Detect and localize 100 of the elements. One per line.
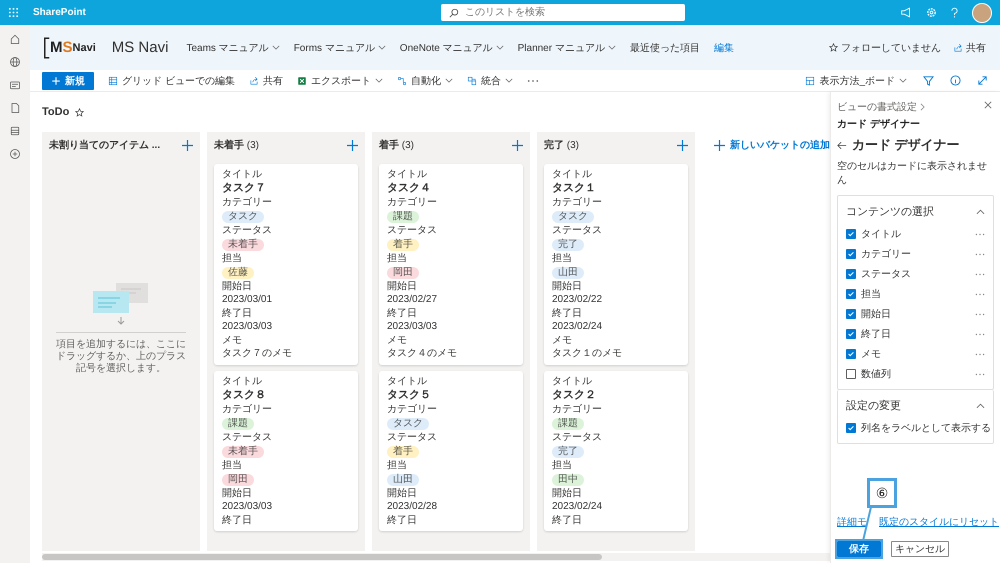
checkbox[interactable] xyxy=(846,229,856,239)
site-logo[interactable]: MSNavi xyxy=(44,34,96,62)
field-label: 開始日 xyxy=(552,488,583,499)
task-card[interactable]: タイトル タスク１ カテゴリー タスク ステータス 完了 担当 山田 開始日 2023/02/22 終了日 2023/02/24 メモ タスク１のメモ xyxy=(544,164,688,365)
nav-link[interactable]: OneNote マニュアル xyxy=(400,40,504,54)
add-card-icon[interactable] xyxy=(347,140,358,150)
add-card-icon[interactable] xyxy=(677,140,688,150)
view-switcher[interactable]: 表示方法_ボード xyxy=(805,74,907,88)
more-icon[interactable] xyxy=(975,252,985,256)
more-icon[interactable] xyxy=(975,272,985,276)
add-card-icon[interactable] xyxy=(512,140,523,150)
horizontal-scrollbar[interactable] xyxy=(42,553,830,561)
checkbox[interactable] xyxy=(846,423,856,433)
checkbox-label[interactable]: 担当 xyxy=(861,287,970,301)
field-value: タスク７のメモ xyxy=(222,348,293,360)
task-card[interactable]: タイトル タスク５ カテゴリー タスク ステータス 着手 担当 山田 開始日 2023/02/28 終了日 xyxy=(379,371,523,531)
checkbox-label[interactable]: 終了日 xyxy=(861,327,970,341)
help-icon[interactable] xyxy=(950,7,958,18)
task-card[interactable]: タイトル タスク２ カテゴリー 課題 ステータス 完了 担当 田中 開始日 2023/02/24 終了日 xyxy=(544,371,688,531)
command-button[interactable]: グリッド ビューでの編集 xyxy=(108,74,235,88)
news-icon[interactable] xyxy=(9,79,21,91)
field-label: 担当 xyxy=(222,253,243,264)
column-title: 着手 (3) xyxy=(379,138,414,152)
breadcrumb-item[interactable]: ビューの書式設定 xyxy=(837,100,917,114)
expand-icon[interactable] xyxy=(977,75,988,86)
step-callout: ⑥ xyxy=(867,478,897,508)
checkbox-label[interactable]: 数値列 xyxy=(861,367,970,381)
more-icon[interactable] xyxy=(975,232,985,236)
field-tag: 岡田 xyxy=(387,267,419,279)
field-tag: 課題 xyxy=(387,211,419,223)
favorite-star-icon[interactable] xyxy=(75,108,84,116)
command-button[interactable]: 統合 xyxy=(466,74,513,88)
checkbox-label[interactable]: 列名をラベルとして表示する xyxy=(861,421,991,435)
info-icon[interactable] xyxy=(950,75,961,86)
close-icon[interactable] xyxy=(984,101,992,109)
checkbox-label[interactable]: メモ xyxy=(861,347,970,361)
field-label: カテゴリー xyxy=(222,404,273,415)
app-launcher-icon[interactable] xyxy=(8,7,19,18)
field-tag: 岡田 xyxy=(222,474,254,486)
checkbox-label[interactable]: カテゴリー xyxy=(861,247,970,261)
add-bucket-link[interactable]: 新しいバケットの追加 xyxy=(714,132,830,158)
checkbox-label[interactable]: ステータス xyxy=(861,267,970,281)
document-icon[interactable] xyxy=(9,102,21,114)
checkbox[interactable] xyxy=(846,369,856,379)
filter-icon[interactable] xyxy=(923,75,934,86)
chevron-down-icon xyxy=(496,45,504,50)
task-card[interactable]: タイトル タスク７ カテゴリー タスク ステータス 未着手 担当 佐藤 開始日 2023/03/01 終了日 2023/03/03 メモ タスク７のメモ xyxy=(214,164,358,365)
field-tag: 佐藤 xyxy=(222,267,254,279)
home-icon[interactable] xyxy=(9,33,21,45)
checkbox-label[interactable]: タイトル xyxy=(861,227,970,241)
more-icon[interactable] xyxy=(975,292,985,296)
megaphone-icon[interactable] xyxy=(900,7,912,18)
add-circle-icon[interactable] xyxy=(9,148,21,160)
plus-icon[interactable] xyxy=(714,140,725,150)
nav-link[interactable]: Planner マニュアル xyxy=(518,40,616,54)
back-arrow-icon[interactable] xyxy=(837,140,847,150)
checkbox-label[interactable]: 開始日 xyxy=(861,307,970,321)
checkbox[interactable] xyxy=(846,289,856,299)
checkbox[interactable] xyxy=(846,309,856,319)
avatar[interactable] xyxy=(972,2,992,22)
board-view-icon xyxy=(805,76,816,86)
search-icon xyxy=(448,8,459,18)
nav-link[interactable]: 最近使った項目 xyxy=(630,40,700,54)
chevron-up-icon[interactable] xyxy=(976,208,985,214)
command-button[interactable]: 新規 xyxy=(42,72,94,90)
checkbox[interactable] xyxy=(846,269,856,279)
edit-link[interactable]: 編集 xyxy=(714,40,734,54)
cancel-button[interactable]: キャンセル xyxy=(891,541,949,557)
command-button[interactable]: 自動化 xyxy=(396,74,453,88)
more-icon[interactable] xyxy=(975,372,985,376)
more-icon[interactable] xyxy=(526,78,539,82)
more-icon[interactable] xyxy=(975,352,985,356)
add-card-icon[interactable] xyxy=(182,140,193,150)
checkbox[interactable] xyxy=(846,249,856,259)
settings-icon[interactable] xyxy=(926,7,937,18)
nav-link[interactable]: Teams マニュアル xyxy=(186,40,280,54)
site-name[interactable]: MS Navi xyxy=(112,39,168,56)
search-field[interactable]: このリストを検索 xyxy=(440,4,685,21)
follow-button[interactable]: フォローしていません xyxy=(829,40,941,54)
more-icon[interactable] xyxy=(975,332,985,336)
checkbox[interactable] xyxy=(846,349,856,359)
field-label: ステータス xyxy=(552,225,603,236)
save-button[interactable]: 保存 xyxy=(837,541,881,557)
field-value: 2023/03/03 xyxy=(222,321,274,333)
chevron-up-icon[interactable] xyxy=(976,402,985,408)
column-title: 未割り当てのアイテム ... xyxy=(49,138,160,152)
nav-link[interactable]: Forms マニュアル xyxy=(294,40,386,54)
task-card[interactable]: タイトル タスク４ カテゴリー 課題 ステータス 着手 担当 岡田 開始日 2023/02/27 終了日 2023/03/03 メモ タスク４のメモ xyxy=(379,164,523,365)
card-title: タスク４ xyxy=(387,182,432,195)
panel-link[interactable]: 既定のスタイルにリセット xyxy=(879,515,999,529)
more-icon[interactable] xyxy=(975,312,985,316)
globe-icon[interactable] xyxy=(9,56,21,68)
field-label: 担当 xyxy=(222,460,243,471)
checkbox[interactable] xyxy=(846,329,856,339)
share-button[interactable]: 共有 xyxy=(953,40,986,54)
panel-link[interactable]: 詳細モ xyxy=(837,515,867,529)
task-card[interactable]: タイトル タスク８ カテゴリー 課題 ステータス 未着手 担当 岡田 開始日 2023/03/03 終了日 xyxy=(214,371,358,531)
command-button[interactable]: エクスポート xyxy=(296,74,383,88)
list-icon[interactable] xyxy=(9,125,21,137)
command-button[interactable]: 共有 xyxy=(248,74,283,88)
